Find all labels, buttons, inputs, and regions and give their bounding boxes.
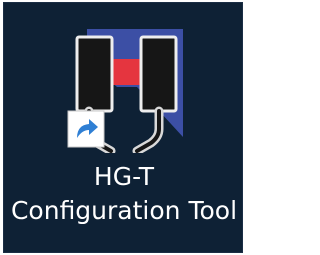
desktop: HG-T Configuration Tool (0, 0, 246, 255)
shortcut-arrow-icon (67, 110, 105, 148)
desktop-shortcut-tile[interactable]: HG-T Configuration Tool (3, 2, 243, 253)
shortcut-label-line2: Configuration Tool (10, 196, 238, 225)
shortcut-label-line1: HG-T (93, 162, 155, 191)
shortcut-label[interactable]: HG-T Configuration Tool (4, 160, 244, 228)
